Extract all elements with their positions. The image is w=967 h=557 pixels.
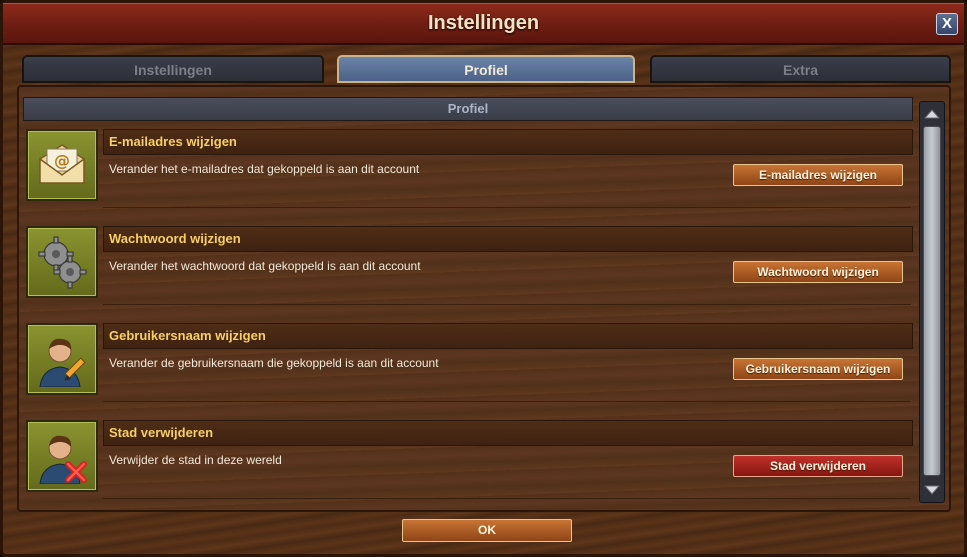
row-description: Verander het e-mailadres dat gekoppeld i… (109, 162, 420, 176)
list-item-email: @ E-mailadres wijzigen Verander het e-ma… (23, 129, 913, 208)
close-button[interactable]: X (936, 13, 958, 35)
row-title: Stad verwijderen (109, 425, 214, 440)
settings-window: Instellingen X Instellingen Profiel Extr… (0, 0, 967, 557)
svg-text:@: @ (54, 151, 70, 170)
tab-extra[interactable]: Extra (650, 55, 951, 83)
row-description: Verander de gebruikersnaam die gekoppeld… (109, 356, 439, 370)
change-email-button[interactable]: E-mailadres wijzigen (733, 164, 903, 186)
content-panel: Profiel @ E-mailadres wijzigen Verander … (17, 85, 951, 512)
row-header-bar (103, 420, 913, 446)
row-description: Verwijder de stad in deze wereld (109, 453, 282, 467)
title-bar: Instellingen X (3, 3, 964, 45)
list-item-username: Gebruikersnaam wijzigen Verander de gebr… (23, 323, 913, 402)
envelope-icon: @ (26, 129, 98, 201)
ok-button[interactable]: OK (402, 519, 572, 542)
list-item-password: Wachtwoord wijzigen Verander het wachtwo… (23, 226, 913, 305)
row-divider (103, 401, 911, 402)
tab-profiel[interactable]: Profiel (337, 55, 635, 83)
window-title: Instellingen (427, 12, 540, 34)
change-username-button[interactable]: Gebruikersnaam wijzigen (733, 358, 903, 380)
section-header: Profiel (23, 97, 913, 121)
change-password-button[interactable]: Wachtwoord wijzigen (733, 261, 903, 283)
scroll-down-arrow-icon[interactable] (922, 481, 942, 499)
delete-city-button[interactable]: Stad verwijderen (733, 455, 903, 477)
gears-icon (26, 226, 98, 298)
row-title: Gebruikersnaam wijzigen (109, 328, 266, 343)
row-divider (103, 207, 911, 208)
scrollbar[interactable] (919, 101, 945, 503)
row-title: Wachtwoord wijzigen (109, 231, 241, 246)
scroll-up-arrow-icon[interactable] (922, 105, 942, 123)
tab-instellingen[interactable]: Instellingen (22, 55, 324, 83)
list-item-delete-city: Stad verwijderen Verwijder de stad in de… (23, 420, 913, 499)
user-delete-icon (26, 420, 98, 492)
row-title: E-mailadres wijzigen (109, 134, 237, 149)
scroll-thumb[interactable] (923, 126, 941, 476)
row-divider (103, 304, 911, 305)
user-edit-icon (26, 323, 98, 395)
row-description: Verander het wachtwoord dat gekoppeld is… (109, 259, 421, 273)
row-divider (103, 498, 911, 499)
